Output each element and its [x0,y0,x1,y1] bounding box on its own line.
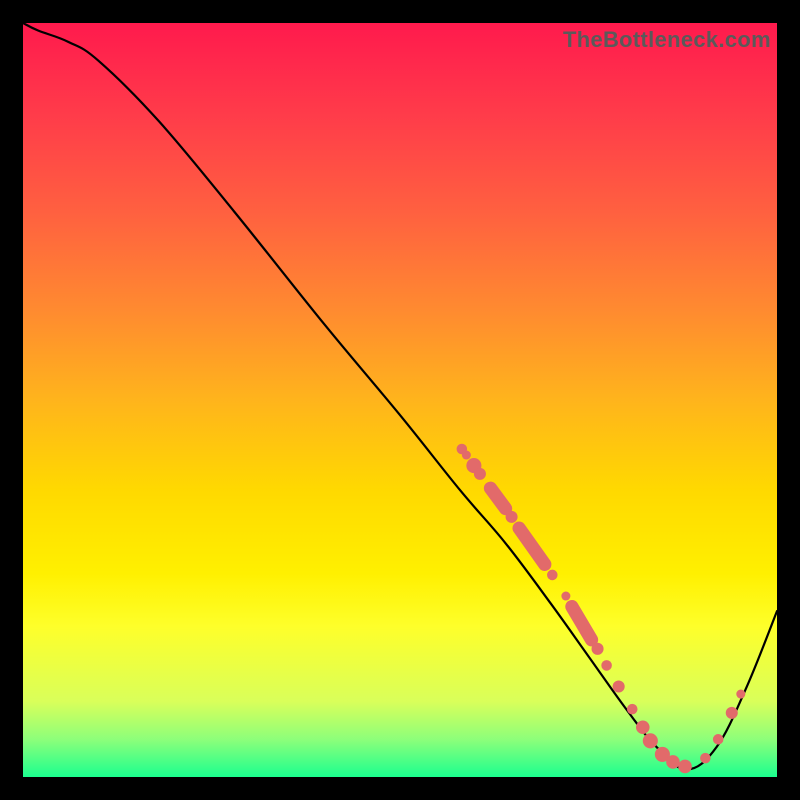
marker-dot [636,720,650,734]
marker-dot [678,760,692,774]
chart-frame: TheBottleneck.com [0,0,800,800]
marker-dot [726,707,738,719]
marker-segment [519,528,545,564]
marker-dot [627,704,638,715]
curve-path [23,23,777,769]
marker-dot [666,755,680,769]
marker-dot [592,643,604,655]
marker-segments [490,488,591,640]
marker-dot [700,753,711,764]
marker-dot [561,592,570,601]
marker-dot [547,570,558,581]
marker-dot [613,680,625,692]
plot-area: TheBottleneck.com [23,23,777,777]
marker-dot [643,733,658,748]
marker-segment [572,607,592,640]
marker-dot [736,690,745,699]
marker-dot [462,451,471,460]
chart-svg [23,23,777,777]
marker-dot [506,511,518,523]
marker-segment [490,488,505,508]
marker-dot [474,468,486,480]
marker-dot [601,660,612,671]
marker-dot [713,734,724,745]
